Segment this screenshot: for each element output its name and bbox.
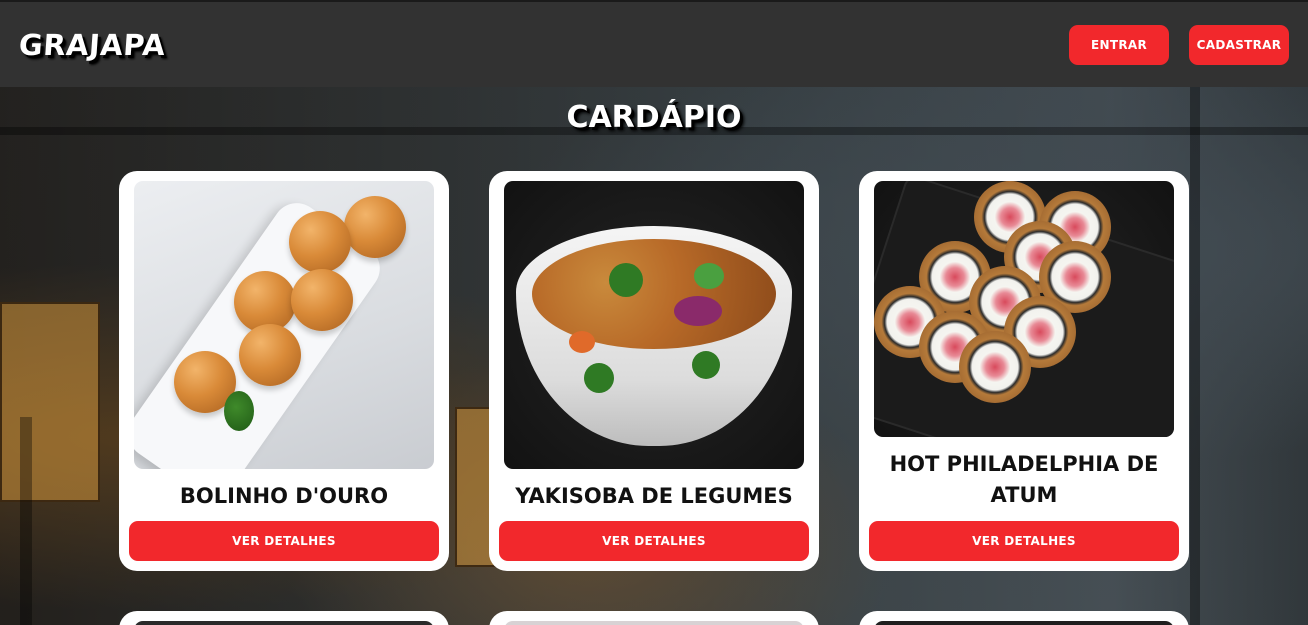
page-title: CARDÁPIO	[566, 100, 742, 135]
menu-card: HOT PHILADELPHIA DE ATUM VER DETALHES	[859, 171, 1189, 571]
menu-card-partial	[489, 611, 819, 625]
menu-item-name: HOT PHILADELPHIA DE ATUM	[889, 452, 1159, 507]
menu-card-partial	[859, 611, 1189, 625]
auth-buttons: ENTRAR CADASTRAR	[1069, 24, 1289, 65]
top-navbar: GRAJAPA ENTRAR CADASTRAR	[0, 0, 1308, 87]
bolinho-image	[134, 181, 434, 469]
view-details-button[interactable]: VER DETALHES	[869, 521, 1179, 561]
view-details-button[interactable]: VER DETALHES	[499, 521, 809, 561]
hot-philadelphia-image	[874, 181, 1174, 437]
menu-item-name: BOLINHO D'OURO	[179, 484, 389, 508]
menu-card-partial	[119, 611, 449, 625]
menu-card: BOLINHO D'OURO VER DETALHES	[119, 171, 449, 571]
signup-button[interactable]: CADASTRAR	[1189, 24, 1289, 65]
login-button[interactable]: ENTRAR	[1069, 24, 1169, 65]
yakisoba-image	[504, 181, 804, 469]
view-details-button[interactable]: VER DETALHES	[129, 521, 439, 561]
site-logo[interactable]: GRAJAPA	[18, 28, 167, 62]
menu-card: YAKISOBA DE LEGUMES VER DETALHES	[489, 171, 819, 571]
menu-item-name: YAKISOBA DE LEGUMES	[515, 484, 793, 508]
